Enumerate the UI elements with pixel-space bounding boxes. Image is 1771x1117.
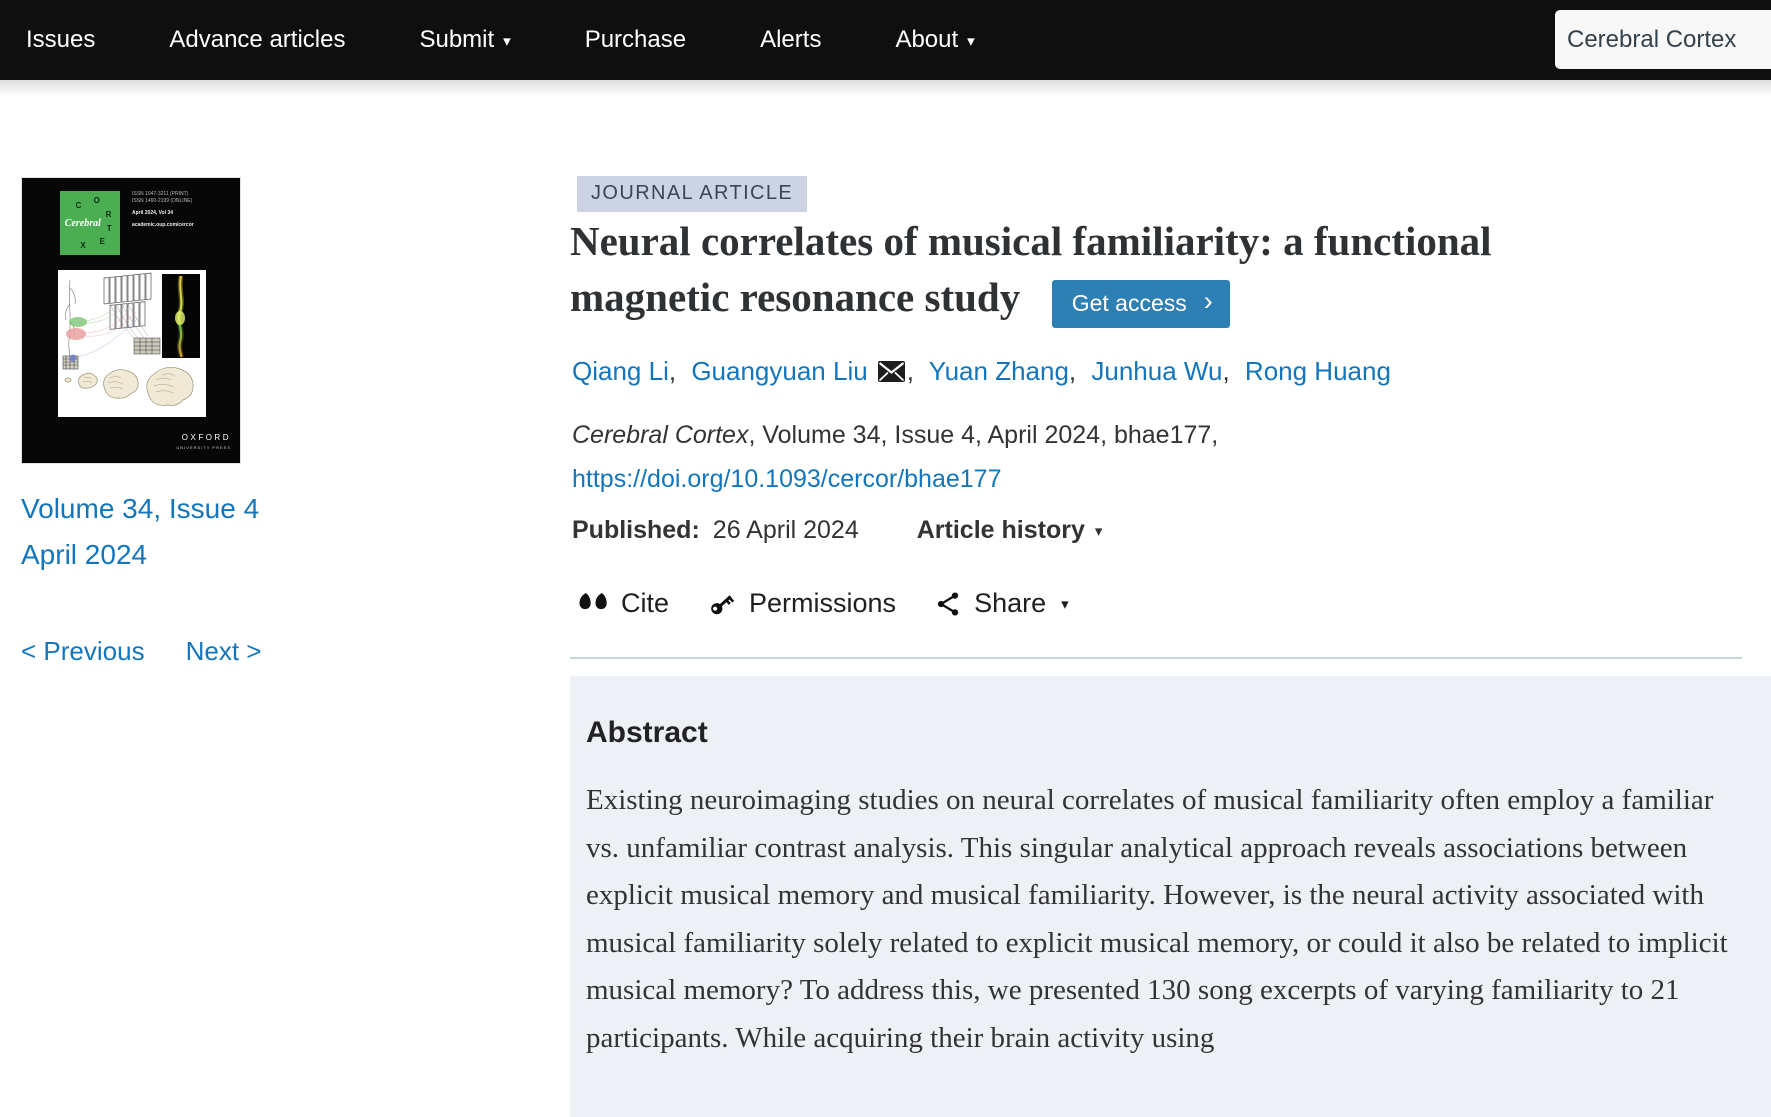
- permissions-label: Permissions: [749, 588, 896, 619]
- cover-issn-online: ISSN 1460-2199 (ONLINE): [132, 198, 194, 205]
- doi-link[interactable]: https://doi.org/10.1093/cercor/bhae177: [572, 465, 1001, 494]
- cover-issue-line: April 2024, Vol 34: [132, 210, 194, 217]
- issue-link-date: April 2024: [21, 539, 147, 570]
- journal-cover-thumbnail[interactable]: C O R T E X Cerebral ISSN 1047-3211 (PRI…: [21, 177, 241, 464]
- citation-rest: , Volume 34, Issue 4, April 2024, bhae17…: [748, 421, 1218, 449]
- cover-illustration: [58, 270, 206, 417]
- cover-letter: T: [107, 224, 112, 233]
- nav-item-alerts[interactable]: Alerts: [760, 26, 821, 54]
- author-link[interactable]: Rong Huang: [1245, 356, 1391, 386]
- author-link[interactable]: Yuan Zhang: [929, 356, 1069, 386]
- chevron-right-icon: ›: [1204, 291, 1213, 311]
- get-access-label: Get access: [1072, 290, 1187, 317]
- nav-item-issues[interactable]: Issues: [26, 26, 95, 54]
- article-pager: < Previous Next >: [21, 636, 261, 667]
- next-article-link[interactable]: Next >: [186, 636, 262, 667]
- journal-name: Cerebral Cortex: [572, 421, 748, 449]
- article-page: Issues Advance articles Submit ▾ Purchas…: [0, 0, 1771, 1117]
- top-nav: Issues Advance articles Submit ▾ Purchas…: [0, 0, 1771, 80]
- author-link[interactable]: Qiang Li: [572, 356, 669, 386]
- email-envelope-icon[interactable]: [878, 361, 905, 382]
- quote-icon: [578, 592, 608, 615]
- chevron-down-icon: ▾: [503, 32, 511, 50]
- cover-issn-print: ISSN 1047-3211 (PRINT): [132, 191, 194, 198]
- issue-link-volume: Volume 34, Issue 4: [21, 493, 259, 524]
- nav-item-label: Issues: [26, 26, 95, 54]
- author-separator: ,: [907, 356, 914, 386]
- oxford-logo-subtext: UNIVERSITY PRESS: [176, 444, 231, 452]
- nav-item-label: Submit: [419, 26, 494, 54]
- cover-issn-block: ISSN 1047-3211 (PRINT) ISSN 1460-2199 (O…: [132, 191, 194, 229]
- article-toolbar: Cite Permissions Share ▾: [578, 588, 1069, 619]
- search-input[interactable]: [1567, 26, 1747, 54]
- nav-item-label: Advance articles: [169, 26, 345, 54]
- cover-letter: E: [100, 237, 105, 246]
- abstract-section: Abstract Existing neuroimaging studies o…: [570, 676, 1771, 1117]
- oxford-logo-text: OXFORD: [182, 433, 231, 442]
- article-history-label: Article history: [917, 516, 1085, 545]
- nav-shadow: [0, 80, 1771, 96]
- nav-item-label: Purchase: [585, 26, 686, 54]
- chevron-down-icon: ▾: [1095, 522, 1103, 540]
- previous-article-link[interactable]: < Previous: [21, 636, 145, 667]
- title-block: Neural correlates of musical familiarity…: [570, 213, 1555, 331]
- article-history-button[interactable]: Article history ▾: [917, 516, 1103, 545]
- share-icon: [935, 591, 961, 617]
- published-date: 26 April 2024: [713, 516, 859, 545]
- cover-letter: X: [80, 241, 85, 250]
- cover-letter: R: [106, 210, 112, 219]
- nav-item-submit[interactable]: Submit ▾: [419, 26, 510, 54]
- abstract-heading: Abstract: [586, 716, 1731, 750]
- cite-label: Cite: [621, 588, 669, 619]
- cite-button[interactable]: Cite: [578, 588, 669, 619]
- published-row: Published: 26 April 2024 Article history…: [572, 516, 1102, 545]
- journal-search-box[interactable]: [1555, 10, 1771, 69]
- share-label: Share: [974, 588, 1046, 619]
- citation-line: Cerebral Cortex, Volume 34, Issue 4, Apr…: [572, 421, 1218, 450]
- cover-letter: C: [76, 201, 82, 210]
- nav-item-about[interactable]: About ▾: [895, 26, 974, 54]
- get-access-button[interactable]: Get access ›: [1052, 280, 1230, 328]
- issue-link[interactable]: Volume 34, Issue 4 April 2024: [21, 486, 321, 578]
- cover-letter: O: [94, 196, 100, 205]
- cover-green-logo: C O R T E X Cerebral: [60, 191, 120, 255]
- author-separator: ,: [669, 356, 676, 386]
- key-icon: [708, 590, 736, 618]
- author-link[interactable]: Junhua Wu: [1091, 356, 1222, 386]
- cover-journal-name: Cerebral: [65, 218, 101, 229]
- author-separator: ,: [1222, 356, 1229, 386]
- published-label: Published:: [572, 516, 700, 545]
- nav-item-label: About: [895, 26, 958, 54]
- article-title: Neural correlates of musical familiarity…: [570, 218, 1492, 320]
- chevron-down-icon: ▾: [1061, 595, 1069, 613]
- journal-article-badge: JOURNAL ARTICLE: [577, 176, 807, 212]
- nav-item-advance-articles[interactable]: Advance articles: [169, 26, 345, 54]
- permissions-button[interactable]: Permissions: [708, 588, 896, 619]
- author-separator: ,: [1069, 356, 1076, 386]
- cover-site-line: academic.oup.com/cercor: [132, 222, 194, 229]
- author-link[interactable]: Guangyuan Liu: [691, 356, 867, 386]
- nav-item-label: Alerts: [760, 26, 821, 54]
- nav-item-purchase[interactable]: Purchase: [585, 26, 686, 54]
- share-button[interactable]: Share ▾: [935, 588, 1069, 619]
- abstract-text: Existing neuroimaging studies on neural …: [586, 777, 1728, 1062]
- section-divider: [570, 657, 1742, 659]
- oxford-university-press-logo: OXFORD UNIVERSITY PRESS: [176, 434, 231, 452]
- chevron-down-icon: ▾: [967, 32, 975, 50]
- author-list: Qiang Li, Guangyuan Liu, Yuan Zhang, Jun…: [572, 356, 1391, 387]
